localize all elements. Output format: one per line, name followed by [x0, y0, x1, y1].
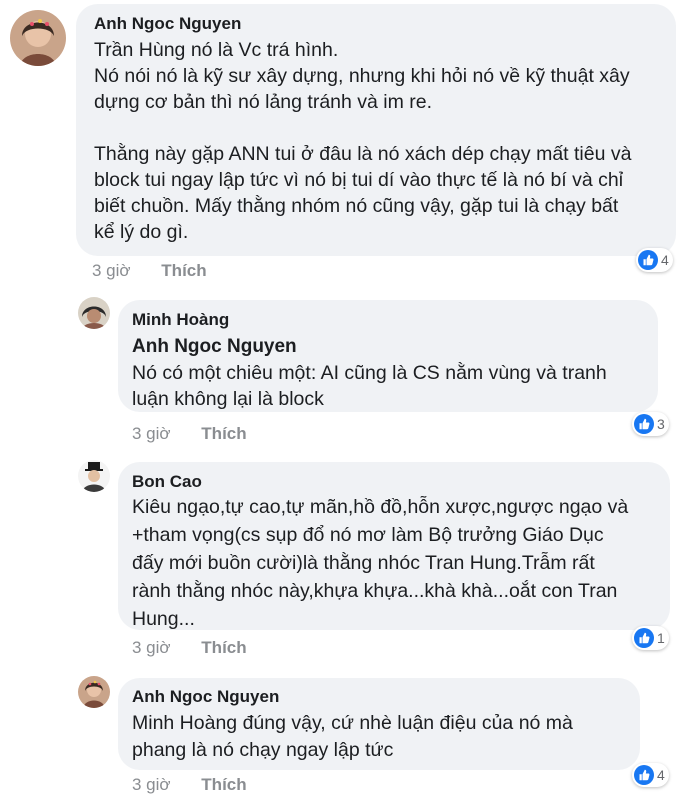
comment-line: +tham vọng(cs sụp đổ nó mơ làm Bộ trưởng…	[132, 524, 604, 546]
comment-time[interactable]: 3 giờ	[132, 775, 171, 795]
comment-text: Nó có một chiêu một: AI cũng là CS nằm v…	[132, 360, 607, 412]
reaction-count: 4	[661, 252, 669, 268]
comment-time[interactable]: 3 giờ	[132, 638, 171, 658]
like-thumb-icon	[634, 414, 654, 434]
avatar-anh-ngoc-nguyen[interactable]	[10, 10, 66, 66]
comment-line: phang là nó chạy ngay lập tức	[132, 739, 394, 761]
like-thumb-icon	[638, 250, 658, 270]
reaction-badge[interactable]: 4	[636, 248, 673, 272]
comment-line: block tui ngay lập tức vì nó bị tui dí v…	[94, 169, 624, 191]
comment-line: Trần Hùng nó là Vc trá hình.	[94, 39, 339, 61]
comment-time[interactable]: 3 giờ	[132, 424, 171, 444]
comment-meta: 3 giờ Thích	[92, 261, 207, 281]
like-thumb-icon	[634, 628, 654, 648]
comment-line: Thằng này gặp ANN tui ở đâu là nó xách d…	[94, 143, 632, 165]
reaction-badge[interactable]: 3	[632, 412, 669, 436]
comment-text: Minh Hoàng đúng vậy, cứ nhè luận điệu củ…	[132, 710, 573, 764]
comment-author[interactable]: Bon Cao	[132, 472, 202, 492]
reaction-count: 4	[657, 767, 665, 783]
comment-meta: 3 giờ Thích	[132, 638, 247, 658]
like-button[interactable]: Thích	[161, 261, 206, 281]
reaction-count: 3	[657, 416, 665, 432]
mentioned-user[interactable]: Anh Ngoc Nguyen	[132, 336, 297, 358]
comment-line: dựng cơ bản thì nó lảng tránh và im re.	[94, 91, 433, 113]
comment-line: luận không lại là block	[132, 388, 324, 410]
comment-meta: 3 giờ Thích	[132, 775, 247, 795]
reaction-count: 1	[657, 630, 665, 646]
comment-line: Nó có một chiêu một: AI cũng là CS nằm v…	[132, 362, 607, 384]
comment-text: Kiêu ngạo,tự cao,tự mãn,hồ đồ,hỗn xược,n…	[132, 493, 628, 633]
comment-line: Nó nói nó là kỹ sư xây dựng, nhưng khi h…	[94, 65, 630, 87]
like-button[interactable]: Thích	[201, 775, 246, 795]
comment-line: biết chuồn. Mấy thằng nhóm nó cũng vậy, …	[94, 195, 619, 217]
comment-line: Hung...	[132, 608, 195, 630]
comment-line: Minh Hoàng đúng vậy, cứ nhè luận điệu củ…	[132, 712, 573, 734]
comment-line: Kiêu ngạo,tự cao,tự mãn,hồ đồ,hỗn xược,n…	[132, 496, 629, 518]
avatar-anh-ngoc-nguyen[interactable]	[78, 676, 110, 708]
like-button[interactable]: Thích	[201, 638, 246, 658]
comment-line: rành thằng nhóc này,khựa khựa...khà khà.…	[132, 580, 618, 602]
comment-author[interactable]: Minh Hoàng	[132, 310, 229, 330]
comment-author[interactable]: Anh Ngoc Nguyen	[94, 14, 241, 34]
comment-meta: 3 giờ Thích	[132, 424, 247, 444]
comment-author[interactable]: Anh Ngoc Nguyen	[132, 687, 279, 707]
avatar-bon-cao[interactable]	[78, 460, 110, 492]
avatar-minh-hoang[interactable]	[78, 297, 110, 329]
comment-line: kể lý do gì.	[94, 221, 189, 243]
comment-line: đấy mới buồn cười)là thằng nhóc Tran Hun…	[132, 552, 595, 574]
like-thumb-icon	[634, 765, 654, 785]
like-button[interactable]: Thích	[201, 424, 246, 444]
comment-text: Trần Hùng nó là Vc trá hình. Nó nói nó l…	[94, 37, 631, 245]
reaction-badge[interactable]: 4	[632, 763, 669, 787]
reaction-badge[interactable]: 1	[632, 626, 669, 650]
comment-time[interactable]: 3 giờ	[92, 261, 131, 281]
